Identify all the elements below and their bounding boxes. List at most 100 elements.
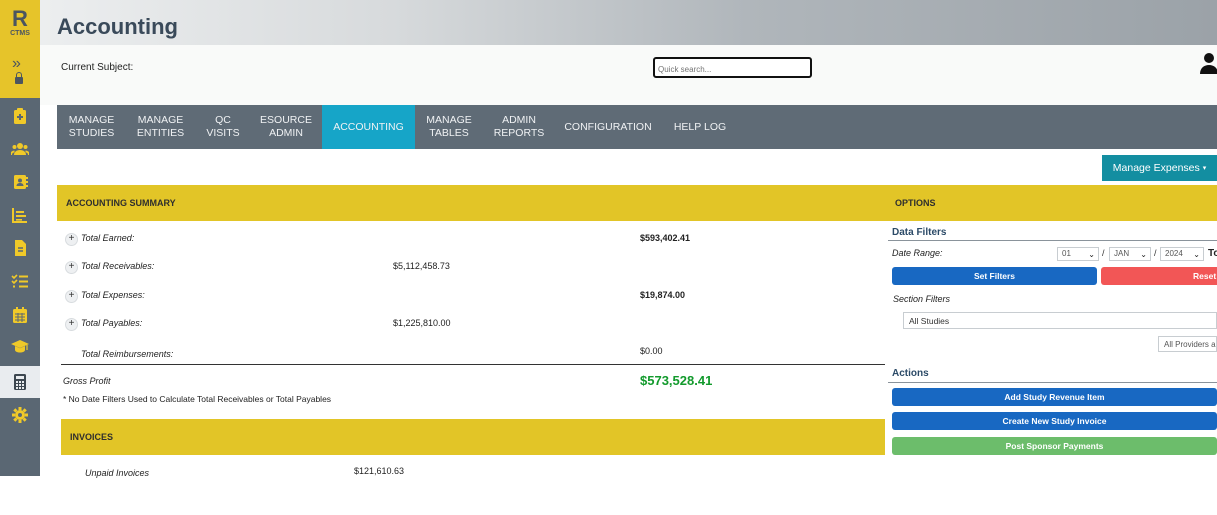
total-reimbursements-label: Total Reimbursements: [81, 349, 174, 359]
gross-profit-value: $573,528.41 [640, 373, 713, 388]
section-heading: OPTIONS [895, 198, 936, 208]
quick-search[interactable] [653, 57, 812, 78]
total-reimbursements-value: $0.00 [640, 346, 663, 356]
page-title: Accounting [57, 14, 178, 39]
day-select[interactable]: 01 ⌄ [1057, 247, 1099, 261]
data-filters-divider [888, 240, 1217, 241]
unpaid-invoices-label: Unpaid Invoices [85, 468, 150, 478]
quick-search-input[interactable] [655, 61, 811, 78]
main-content: Manage Expenses ▾ ACCOUNTING SUMMARY OPT… [57, 149, 1217, 478]
address-book-icon[interactable] [10, 172, 30, 192]
checklist-icon[interactable] [10, 271, 30, 291]
total-earned-label: Total Earned: [81, 233, 135, 243]
total-payables-value: $1,225,810.00 [393, 318, 451, 328]
nav-label: MANAGE [137, 114, 184, 126]
lock-icon[interactable] [15, 72, 23, 84]
nav-label: ADMIN [269, 127, 303, 139]
chevron-down-icon: ▾ [1202, 165, 1207, 172]
nav-label: QC [215, 114, 231, 126]
nav-label: ENTITIES [136, 127, 185, 139]
expand-total-earned-icon[interactable]: + [65, 233, 78, 246]
options-header: OPTIONS [885, 185, 1217, 221]
ctms-logo[interactable]: R CTMS [8, 8, 32, 40]
day-value: 01 [1062, 249, 1071, 258]
manage-expenses-label: Manage Expenses [1112, 162, 1200, 174]
month-select[interactable]: JAN ⌄ [1109, 247, 1151, 261]
total-earned-value: $593,402.41 [640, 233, 691, 243]
graduation-cap-icon[interactable] [10, 336, 30, 356]
clipboard-medical-icon[interactable] [10, 106, 30, 126]
date-separator: / [1102, 248, 1105, 258]
date-range-label: Date Range: [892, 248, 943, 258]
actions-divider [888, 382, 1217, 383]
data-filters-title: Data Filters [892, 227, 947, 238]
set-filters-button[interactable]: Set Filters [892, 267, 1097, 285]
logo-letter: R [12, 6, 28, 31]
unpaid-invoices-value: $121,610.63 [354, 466, 405, 476]
manage-expenses-button[interactable]: Manage Expenses ▾ [1102, 155, 1217, 181]
month-value: JAN [1114, 249, 1130, 258]
nav-label: REPORTS [493, 127, 545, 139]
total-expenses-label: Total Expenses: [81, 290, 145, 300]
logo-text: CTMS [10, 30, 30, 37]
year-select[interactable]: 2024 ⌄ [1160, 247, 1204, 261]
total-expenses-value: $19,874.00 [640, 290, 686, 300]
document-icon[interactable] [10, 238, 30, 258]
create-new-study-invoice-button[interactable]: Create New Study Invoice [892, 412, 1217, 430]
nav-qc-visits[interactable]: QC VISITS [195, 105, 251, 149]
nav-label: ESOURCE [260, 114, 312, 126]
expand-total-receivables-icon[interactable]: + [65, 261, 78, 274]
users-icon[interactable] [10, 139, 30, 159]
date-filter-note: * No Date Filters Used to Calculate Tota… [63, 394, 332, 404]
nav-manage-studies[interactable]: MANAGE STUDIES [57, 105, 126, 149]
user-icon[interactable] [1199, 52, 1217, 74]
expand-total-expenses-icon[interactable]: + [65, 290, 78, 303]
section-heading: INVOICES [70, 432, 114, 442]
total-receivables-value: $5,112,458.73 [393, 261, 450, 271]
gross-profit-label: Gross Profit [63, 376, 111, 386]
actions-title: Actions [892, 368, 929, 379]
date-to-label: To [1208, 248, 1217, 259]
calculator-icon[interactable] [10, 372, 30, 392]
summary-divider [61, 364, 885, 365]
section-heading: ACCOUNTING SUMMARY [66, 198, 176, 208]
expand-sidebar-icon[interactable]: » [12, 56, 21, 72]
bar-chart-icon[interactable] [10, 205, 30, 225]
chevron-down-icon: ⌄ [1088, 250, 1095, 259]
subject-bar: Current Subject: [40, 45, 1217, 105]
nav-configuration[interactable]: CONFIGURATION [555, 105, 661, 149]
chevron-down-icon: ⌄ [1140, 250, 1147, 259]
nav-label: VISITS [206, 127, 240, 139]
total-receivables-label: Total Receivables: [81, 261, 155, 271]
nav-label: STUDIES [68, 127, 115, 139]
nav-accounting[interactable]: ACCOUNTING [322, 105, 415, 149]
date-separator: / [1154, 248, 1157, 258]
nav-label: CONFIGURATION [564, 120, 652, 133]
nav-help-log[interactable]: HELP LOG [661, 105, 739, 149]
post-sponsor-payments-button[interactable]: Post Sponsor Payments [892, 437, 1217, 455]
main-nav: MANAGE STUDIES MANAGE ENTITIES QC VISITS ES… [57, 105, 1217, 149]
studies-select[interactable]: All Studies [903, 312, 1217, 329]
reset-button[interactable]: Reset [1101, 267, 1217, 285]
expand-total-payables-icon[interactable]: + [65, 318, 78, 331]
year-value: 2024 [1165, 249, 1183, 258]
gear-icon[interactable] [10, 405, 30, 425]
calendar-icon[interactable] [10, 305, 30, 325]
nav-manage-tables[interactable]: MANAGE TABLES [415, 105, 483, 149]
add-study-revenue-item-button[interactable]: Add Study Revenue Item [892, 388, 1217, 406]
nav-label: MANAGE [68, 114, 115, 126]
nav-label: ACCOUNTING [333, 120, 404, 133]
nav-manage-entities[interactable]: MANAGE ENTITIES [126, 105, 195, 149]
total-payables-label: Total Payables: [81, 318, 143, 328]
nav-admin-reports[interactable]: ADMIN REPORTS [483, 105, 555, 149]
nav-label: HELP LOG [673, 120, 727, 133]
providers-select[interactable]: All Providers and [1158, 336, 1217, 352]
nav-label: ADMIN [502, 114, 536, 126]
nav-esource-admin[interactable]: ESOURCE ADMIN [251, 105, 321, 149]
sidebar-header: R CTMS » [0, 0, 40, 98]
invoices-header: INVOICES [61, 419, 885, 455]
chevron-down-icon: ⌄ [1193, 250, 1200, 259]
nav-label: TABLES [429, 127, 469, 139]
nav-label: MANAGE [426, 114, 472, 126]
accounting-summary-header: ACCOUNTING SUMMARY [57, 185, 885, 221]
